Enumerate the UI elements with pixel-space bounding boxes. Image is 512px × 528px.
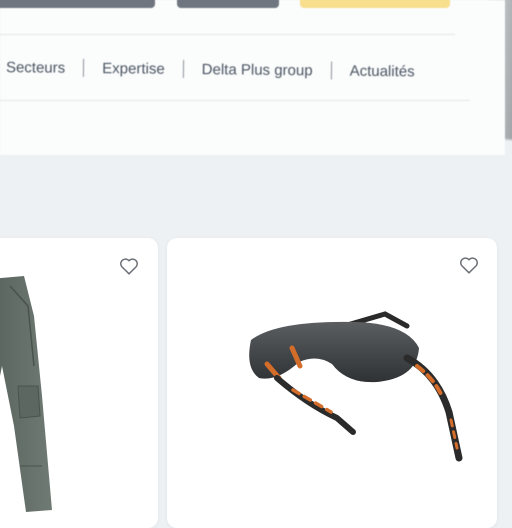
nav-item-delta-plus-group[interactable]: Delta Plus group (202, 61, 313, 79)
divider (0, 34, 455, 35)
nav-separator (83, 58, 85, 77)
divider (0, 100, 470, 101)
product-card[interactable] (167, 238, 497, 528)
nav-item-secteurs[interactable]: Secteurs (6, 59, 65, 77)
top-button-2[interactable] (177, 0, 279, 8)
product-card[interactable] (0, 238, 158, 528)
top-button-accent[interactable] (300, 0, 450, 8)
heart-icon[interactable] (458, 254, 480, 276)
main-nav: Secteurs Expertise Delta Plus group Actu… (0, 52, 415, 86)
nav-separator (182, 59, 184, 78)
nav-item-actualites[interactable]: Actualités (350, 62, 415, 80)
nav-separator (330, 61, 332, 80)
safety-glasses-image (237, 308, 477, 468)
heart-icon[interactable] (118, 255, 140, 277)
top-button-1[interactable] (0, 0, 155, 8)
nav-item-expertise[interactable]: Expertise (102, 60, 165, 78)
work-trousers-image (0, 276, 100, 516)
site-header: Secteurs Expertise Delta Plus group Actu… (0, 0, 505, 155)
